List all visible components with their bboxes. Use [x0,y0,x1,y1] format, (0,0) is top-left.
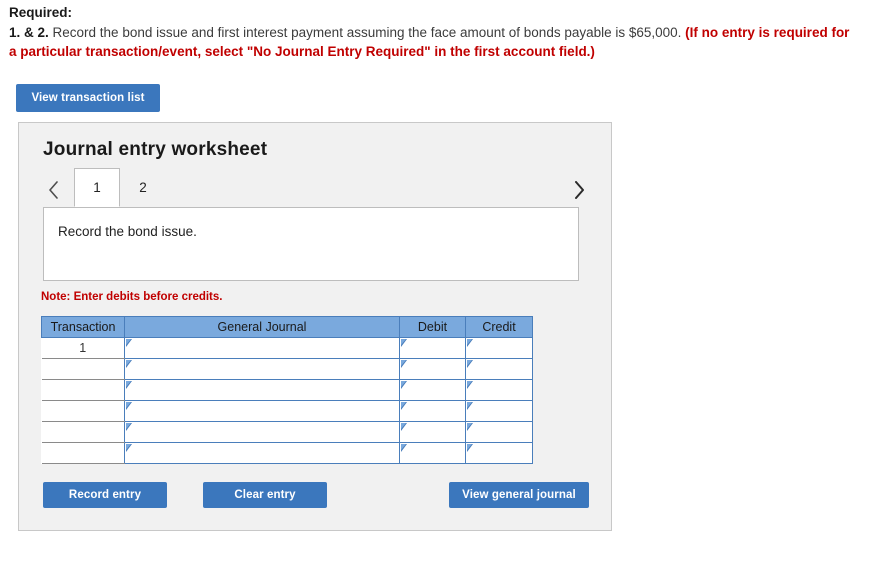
cell-debit-input[interactable] [399,379,466,401]
cell-credit-input[interactable] [465,421,533,443]
journal-entry-table: Transaction General Journal Debit Credit… [41,316,533,464]
clear-entry-button[interactable]: Clear entry [203,482,327,508]
worksheet-tabs: 1 2 [19,168,611,208]
cell-general-journal-select[interactable] [124,442,400,464]
chevron-left-icon[interactable] [43,177,63,203]
cell-credit-input[interactable] [465,442,533,464]
requirement-text: Record the bond issue and first interest… [48,25,686,40]
debits-before-credits-note: Note: Enter debits before credits. [41,291,223,303]
column-header-general-journal: General Journal [124,316,400,338]
table-row [41,421,533,443]
table-row [41,400,533,422]
table-row [41,442,533,464]
requirement-body: 1. & 2. Record the bond issue and first … [9,23,854,61]
cell-general-journal-select[interactable] [124,421,400,443]
cell-credit-input[interactable] [465,379,533,401]
transaction-description-text: Record the bond issue. [58,224,197,239]
table-row: 1 [41,337,533,359]
cell-transaction [41,358,125,380]
column-header-debit: Debit [399,316,466,338]
cell-transaction [41,421,125,443]
requirement-block: Required: 1. & 2. Record the bond issue … [9,4,854,61]
journal-entry-worksheet-panel: Journal entry worksheet 1 2 Record the b… [18,122,612,531]
column-header-credit: Credit [465,316,533,338]
cell-debit-input[interactable] [399,358,466,380]
cell-general-journal-select[interactable] [124,358,400,380]
cell-general-journal-select[interactable] [124,400,400,422]
table-row [41,379,533,401]
cell-transaction [41,442,125,464]
cell-general-journal-select[interactable] [124,379,400,401]
cell-general-journal-select[interactable] [124,337,400,359]
cell-debit-input[interactable] [399,337,466,359]
column-header-transaction: Transaction [41,316,125,338]
cell-debit-input[interactable] [399,400,466,422]
cell-debit-input[interactable] [399,442,466,464]
tab-worksheet-2[interactable]: 2 [120,168,166,207]
panel-title: Journal entry worksheet [43,139,268,160]
tab-worksheet-2-label: 2 [139,180,147,195]
table-header-row: Transaction General Journal Debit Credit [41,316,533,338]
view-general-journal-button[interactable]: View general journal [449,482,589,508]
cell-credit-input[interactable] [465,337,533,359]
requirement-number: 1. & 2. [9,25,49,40]
cell-transaction [41,400,125,422]
cell-debit-input[interactable] [399,421,466,443]
tab-worksheet-1-label: 1 [93,180,101,195]
cell-credit-input[interactable] [465,358,533,380]
record-entry-button[interactable]: Record entry [43,482,167,508]
cell-credit-input[interactable] [465,400,533,422]
cell-transaction [41,379,125,401]
tab-worksheet-1[interactable]: 1 [74,168,120,207]
chevron-right-icon[interactable] [569,177,589,203]
cell-transaction: 1 [41,337,125,359]
view-transaction-list-button[interactable]: View transaction list [16,84,160,112]
requirement-title: Required: [9,5,73,20]
table-row [41,358,533,380]
transaction-description-box: Record the bond issue. [43,207,579,281]
